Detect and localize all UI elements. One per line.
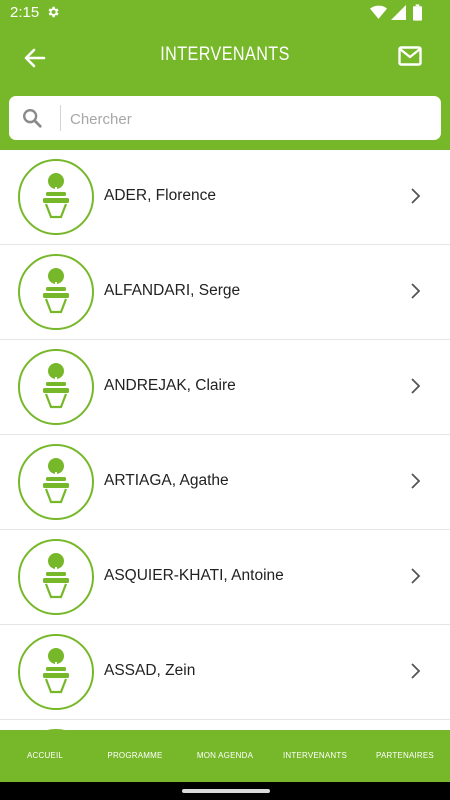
system-navigation-bar <box>0 782 450 800</box>
speaker-podium-icon <box>43 363 69 409</box>
speaker-name: ASSAD, Zein <box>104 662 196 679</box>
tab-programme[interactable]: PROGRAMME <box>90 730 180 782</box>
tab-intervenants[interactable]: INTERVENANTS <box>270 730 360 782</box>
speaker-podium-icon <box>43 458 69 504</box>
chevron-right-icon <box>411 188 421 204</box>
list-item[interactable]: ASQUIER-KHATI, Antoine <box>0 530 450 625</box>
speaker-name: ADER, Florence <box>104 187 216 204</box>
chevron-right-icon <box>411 663 421 679</box>
search-input[interactable] <box>61 100 442 138</box>
avatar <box>18 444 94 520</box>
list-item[interactable]: ANDREJAK, Claire <box>0 340 450 435</box>
avatar <box>18 349 94 425</box>
speaker-name: ALFANDARI, Serge <box>104 282 241 299</box>
speaker-podium-icon <box>43 553 69 599</box>
cell-signal-icon <box>391 5 406 20</box>
chevron-right-icon <box>411 568 421 584</box>
chevron-right-icon <box>411 378 421 394</box>
list-item[interactable]: ASSAD, Zein <box>0 625 450 720</box>
search-bar <box>9 96 442 140</box>
page-title: INTERVENANTS <box>160 44 290 65</box>
speaker-name: ANDREJAK, Claire <box>104 377 236 394</box>
settings-gear-icon <box>48 6 59 18</box>
speaker-podium-icon <box>43 268 69 314</box>
speaker-list: ADER, Florence ALFANDARI, Serge ANDREJAK… <box>0 150 450 730</box>
speaker-name: ASQUIER-KHATI, Antoine <box>104 567 284 584</box>
battery-icon <box>413 4 422 21</box>
avatar <box>18 634 94 710</box>
mail-icon[interactable] <box>398 46 422 66</box>
wifi-icon <box>370 5 387 19</box>
home-gesture-handle[interactable] <box>182 789 270 793</box>
list-item[interactable]: ALFANDARI, Serge <box>0 245 450 340</box>
speaker-podium-icon <box>43 173 69 219</box>
tab-partenaires[interactable]: PARTENAIRES <box>360 730 450 782</box>
speaker-name: ARTIAGA, Agathe <box>104 472 229 489</box>
search-icon[interactable] <box>21 107 43 129</box>
avatar <box>18 159 94 235</box>
list-item[interactable]: ARTIAGA, Agathe <box>0 435 450 530</box>
avatar <box>18 539 94 615</box>
list-item[interactable] <box>0 720 450 730</box>
chevron-right-icon <box>411 283 421 299</box>
bottom-nav: ACCUEIL PROGRAMME MON AGENDA INTERVENANT… <box>0 730 450 782</box>
status-bar: 2:15 <box>0 0 450 26</box>
status-time: 2:15 <box>10 4 40 21</box>
tab-mon-agenda[interactable]: MON AGENDA <box>180 730 270 782</box>
app-bar: INTERVENANTS <box>0 26 450 150</box>
avatar <box>18 254 94 330</box>
list-item[interactable]: ADER, Florence <box>0 150 450 245</box>
speaker-podium-icon <box>43 648 69 694</box>
tab-accueil[interactable]: ACCUEIL <box>0 730 90 782</box>
chevron-right-icon <box>411 473 421 489</box>
